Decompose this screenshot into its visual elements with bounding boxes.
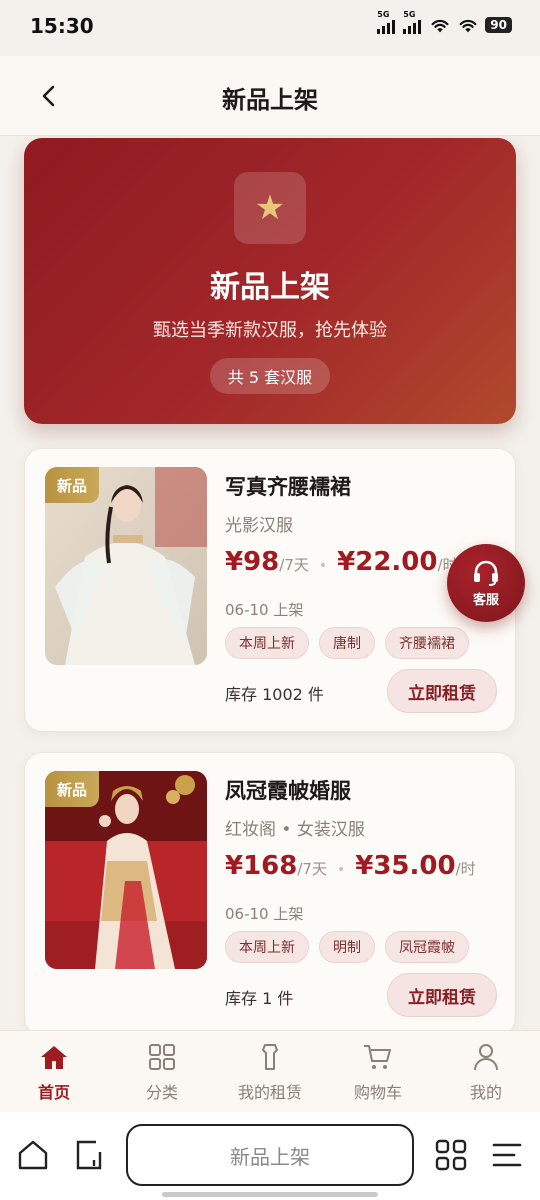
hero-banner: ★ 新品上架 甄选当季新款汉服，抢先体验 共 5 套汉服 [24, 138, 516, 424]
rent-now-button[interactable]: 立即租赁 [387, 669, 497, 713]
tab-label: 我的租赁 [237, 1083, 302, 1102]
browser-home-icon[interactable] [16, 1138, 50, 1172]
user-icon [474, 1044, 498, 1071]
shop-name: 红妆阁 • 女装汉服 [225, 820, 365, 840]
customer-service-label: 客服 [472, 592, 499, 608]
page-title: 新品上架 [222, 86, 318, 114]
stock-count: 库存 1002 件 [225, 685, 324, 704]
tag-list: 本周上新 唐制 齐腰襦裙 [225, 627, 469, 659]
status-icons: 5G 5G 90 [377, 10, 512, 34]
network-type-label: 5G [403, 10, 416, 19]
tab-label: 购物车 [353, 1083, 402, 1102]
browser-toolbar: 新品上架 [0, 1112, 540, 1200]
cart-icon [364, 1045, 391, 1069]
garment-icon [262, 1044, 278, 1070]
stock-count: 库存 1 件 [225, 989, 294, 1008]
tabs-switch-icon[interactable] [72, 1138, 106, 1172]
tab-me[interactable]: 我的 [432, 1031, 540, 1112]
hero-title: 新品上架 [210, 270, 330, 305]
tag-list: 本周上新 明制 凤冠霞帔 [225, 931, 469, 963]
tab-label: 分类 [145, 1083, 178, 1102]
cell-signal-icon: 5G [377, 10, 397, 34]
apps-grid-icon[interactable] [434, 1138, 468, 1172]
status-time: 15:30 [30, 14, 94, 38]
hourly-price: ¥35.00 [355, 851, 456, 881]
wifi-icon [459, 19, 477, 33]
tab-category[interactable]: 分类 [108, 1031, 216, 1112]
menu-icon[interactable] [490, 1138, 524, 1172]
headset-icon [474, 560, 498, 586]
tab-label: 我的 [469, 1083, 502, 1102]
address-bar[interactable]: 新品上架 [126, 1124, 414, 1186]
cell-signal-icon: 5G [403, 10, 423, 34]
price-row: ¥168 /7天 • ¥35.00 /时 [225, 851, 476, 881]
product-image[interactable]: 新品 [45, 467, 207, 665]
status-bar: 15:30 5G 5G 90 [0, 0, 540, 56]
listed-date: 06-10 上架 [225, 601, 304, 619]
tag: 明制 [319, 931, 375, 963]
top-navigation-bar: 新品上架 [0, 56, 540, 136]
tag: 本周上新 [225, 627, 309, 659]
tab-label: 首页 [37, 1083, 70, 1102]
tag: 唐制 [319, 627, 375, 659]
home-icon [41, 1046, 67, 1069]
rent-now-button[interactable]: 立即租赁 [387, 973, 497, 1017]
grid-icon [149, 1044, 175, 1070]
weekly-unit: /7天 [297, 860, 327, 878]
product-card[interactable]: 新品 凤冠霞帔婚服 红妆阁 • 女装汉服 ¥168 /7天 • ¥35.00 /… [24, 752, 516, 1030]
product-name[interactable]: 写真齐腰襦裙 [225, 471, 351, 501]
home-indicator [162, 1192, 378, 1197]
tab-my-rentals[interactable]: 我的租赁 [216, 1031, 324, 1112]
product-card[interactable]: 新品 写真齐腰襦裙 光影汉服 ¥98 /7天 • ¥22.00 /时 06-10… [24, 448, 516, 732]
wifi-icon [431, 19, 449, 33]
network-type-label: 5G [377, 10, 390, 19]
item-count-badge: 共 5 套汉服 [210, 358, 330, 394]
tag: 本周上新 [225, 931, 309, 963]
hourly-unit: /时 [455, 860, 476, 878]
tag: 凤冠霞帔 [385, 931, 469, 963]
separator-dot: • [318, 558, 328, 574]
hero-subtitle: 甄选当季新款汉服，抢先体验 [153, 320, 387, 341]
star-icon: ★ [234, 172, 306, 244]
hourly-price: ¥22.00 [337, 547, 438, 577]
battery-indicator: 90 [485, 17, 512, 33]
weekly-price: ¥168 [225, 851, 298, 881]
listed-date: 06-10 上架 [225, 905, 304, 923]
tab-home[interactable]: 首页 [0, 1031, 108, 1112]
tag: 齐腰襦裙 [385, 627, 469, 659]
new-badge: 新品 [45, 467, 100, 503]
price-row: ¥98 /7天 • ¥22.00 /时 [225, 547, 458, 577]
product-name[interactable]: 凤冠霞帔婚服 [225, 775, 351, 805]
weekly-price: ¥98 [225, 547, 280, 577]
customer-service-button[interactable]: 客服 [447, 544, 525, 622]
weekly-unit: /7天 [279, 556, 309, 574]
bottom-tab-bar: 首页 分类 我的租赁 购物车 我的 [0, 1030, 540, 1112]
separator-dot: • [336, 862, 346, 878]
new-badge: 新品 [45, 771, 100, 807]
shop-name: 光影汉服 [225, 516, 293, 536]
tab-cart[interactable]: 购物车 [324, 1031, 432, 1112]
product-image[interactable]: 新品 [45, 771, 207, 969]
